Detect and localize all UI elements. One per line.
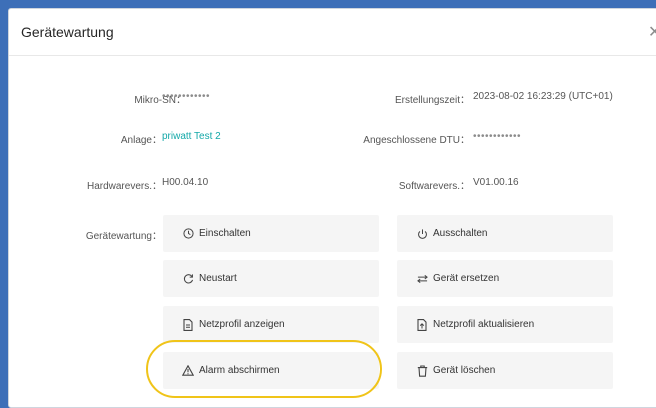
power-icon [415,215,429,252]
neustart-label: Neustart [199,273,237,284]
restart-icon [181,260,195,297]
ausschalten-button[interactable]: Ausschalten [397,215,613,252]
clock-icon [181,215,195,252]
dialog-header: Gerätewartung ✕ [9,9,656,56]
geraet-ersetzen-button[interactable]: Gerät ersetzen [397,260,613,297]
geraet-loeschen-label: Gerät löschen [433,365,496,376]
erstellungszeit-label: Erstellungszeit： [394,95,470,106]
einschalten-button[interactable]: Einschalten [163,215,379,252]
hardware-label: Hardwarevers.： [86,181,162,192]
netzprofil-anzeigen-label: Netzprofil anzeigen [199,319,285,330]
anlage-link[interactable]: priwatt Test 2 [162,131,221,142]
dialog-title: Gerätewartung [21,24,114,40]
software-value: V01.00.16 [473,177,519,188]
highlight-circle [146,340,382,398]
dtu-label: Angeschlossene DTU： [363,135,470,146]
netzprofil-aktualisieren-button[interactable]: Netzprofil aktualisieren [397,306,613,343]
hardware-value: H00.04.10 [162,177,209,188]
anlage-label: Anlage： [120,135,162,146]
geraet-loeschen-button[interactable]: Gerät löschen [397,352,613,389]
einschalten-label: Einschalten [199,228,251,239]
ausschalten-label: Ausschalten [433,228,488,239]
mikro-sn-value: •••••••••••• [162,91,211,102]
software-label: Softwarevers.： [398,181,470,192]
document-upload-icon [415,306,429,343]
wartung-label: Gerätewartung： [85,231,162,242]
close-icon[interactable]: ✕ [648,22,656,42]
netzprofil-aktualisieren-label: Netzprofil aktualisieren [433,319,535,330]
document-icon [181,306,195,343]
geraet-ersetzen-label: Gerät ersetzen [433,273,500,284]
swap-icon [415,260,429,297]
erstellungszeit-value: 2023-08-02 16:23:29 (UTC+01) [473,91,613,102]
netzprofil-anzeigen-button[interactable]: Netzprofil anzeigen [163,306,379,343]
trash-icon [415,352,429,389]
neustart-button[interactable]: Neustart [163,260,379,297]
dtu-value: •••••••••••• [473,131,522,142]
